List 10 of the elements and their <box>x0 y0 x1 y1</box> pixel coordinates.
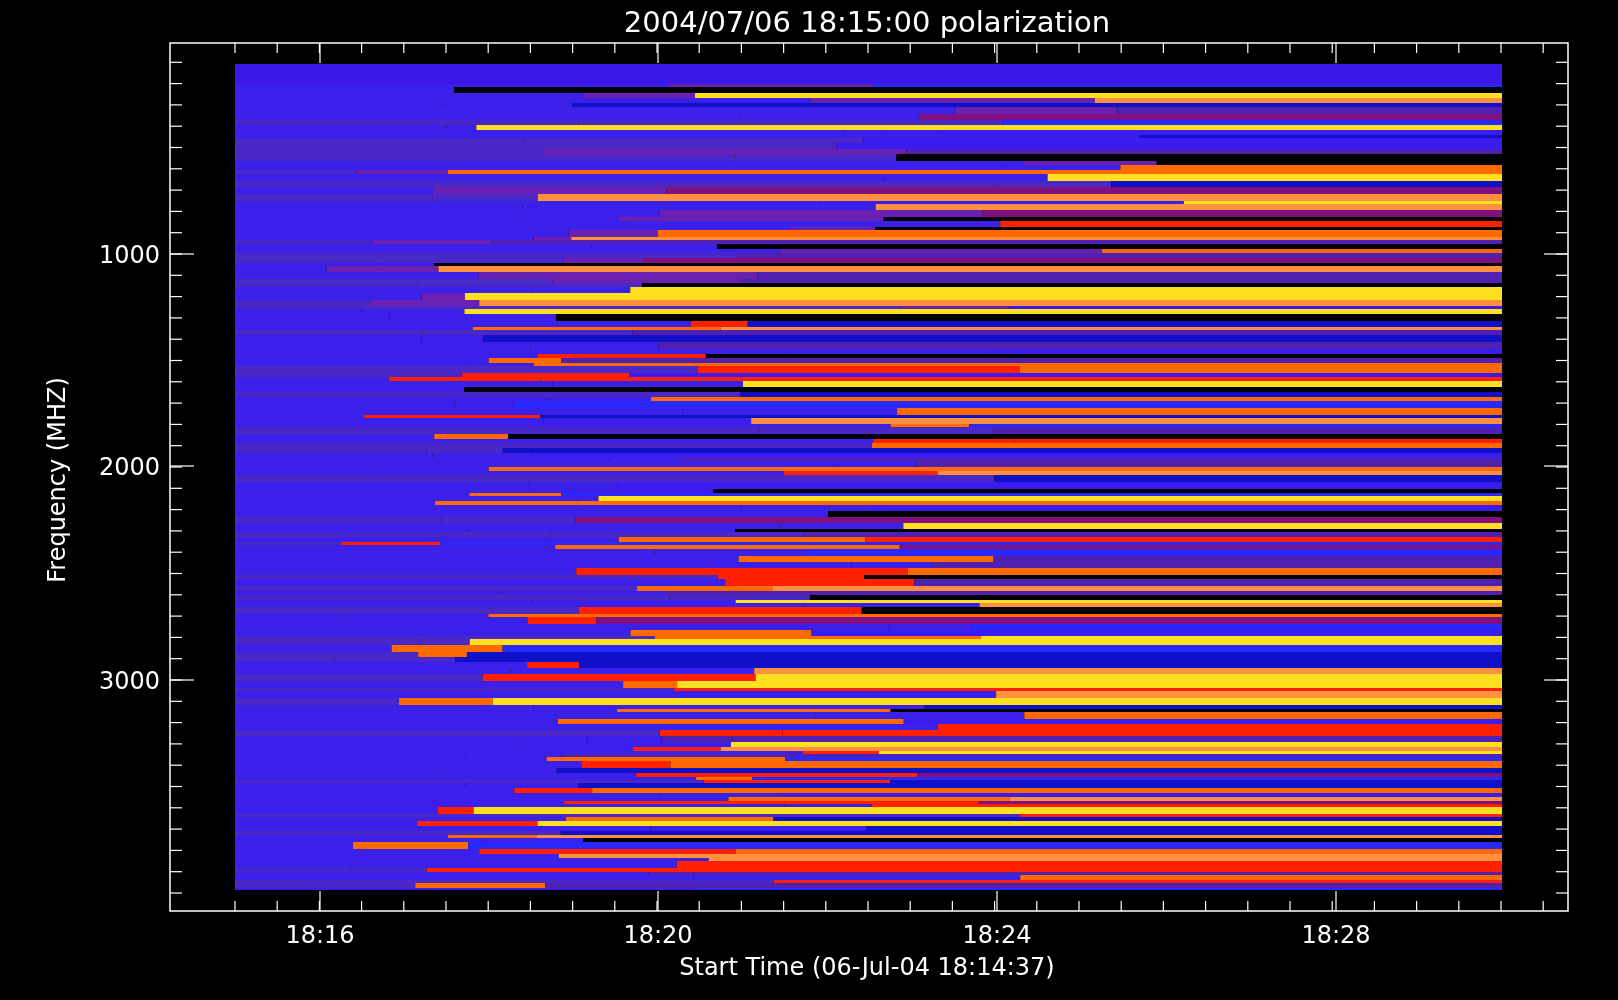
y-tick-label: 3000 <box>98 667 160 695</box>
x-tick-label: 18:24 <box>962 921 1032 949</box>
x-tick-label: 18:28 <box>1301 921 1371 949</box>
y-axis-label: Frequency (MHZ) <box>43 377 71 583</box>
y-tick-label: 1000 <box>98 241 160 269</box>
x-axis-label: Start Time (06-Jul-04 18:14:37) <box>679 953 1055 981</box>
x-tick-label: 18:20 <box>623 921 693 949</box>
y-tick-label: 2000 <box>98 453 160 481</box>
x-tick-label: 18:16 <box>285 921 355 949</box>
chart-title: 2004/07/06 18:15:00 polarization <box>623 5 1111 39</box>
